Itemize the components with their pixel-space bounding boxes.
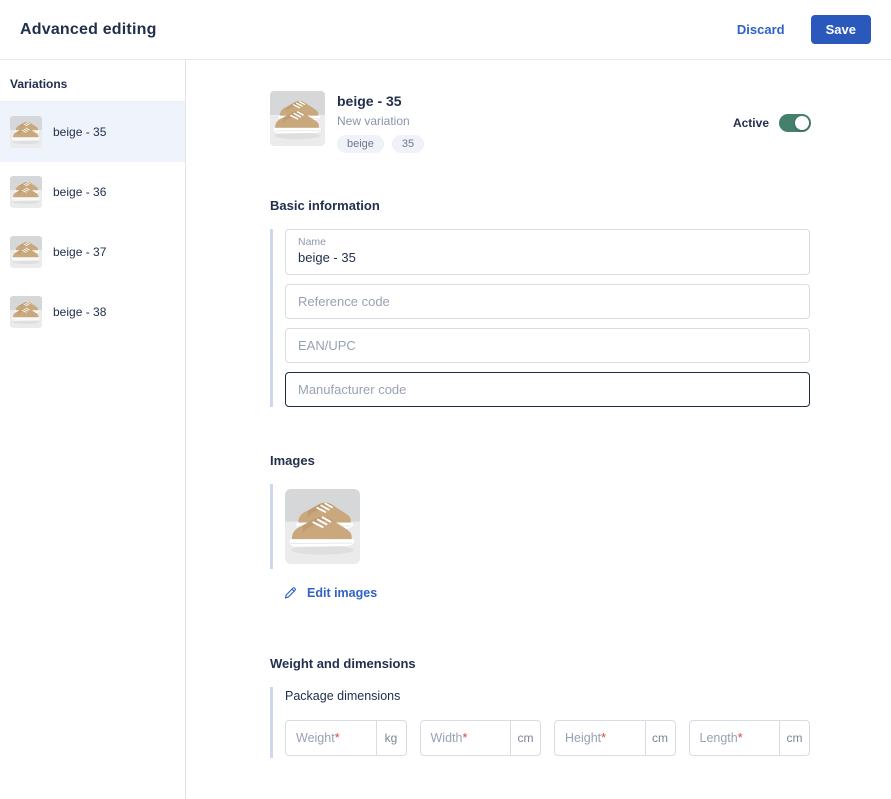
edit-images-button[interactable]: Edit images xyxy=(282,585,377,601)
discard-button[interactable]: Discard xyxy=(737,22,785,37)
weight-field: Weight* kg xyxy=(285,720,407,756)
dimension-fields-row: Weight* kg Width* cm Height* cm Length* … xyxy=(285,720,810,756)
weight-input[interactable] xyxy=(286,721,376,755)
active-control: Active xyxy=(733,114,811,132)
variation-item-beige-35[interactable]: beige - 35 xyxy=(0,102,185,162)
variation-item-beige-36[interactable]: beige - 36 xyxy=(0,162,185,222)
manufacturer-code-input[interactable] xyxy=(285,372,810,407)
variations-sidebar: Variations beige - 35 beige - 36 beige -… xyxy=(0,60,186,799)
variation-item-label: beige - 36 xyxy=(53,185,107,199)
weight-unit-label: kg xyxy=(375,721,406,755)
variation-item-label: beige - 38 xyxy=(53,305,107,319)
variation-editor-panel: beige - 35 New variation beige 35 Active… xyxy=(186,60,891,799)
variation-item-beige-38[interactable]: beige - 38 xyxy=(0,282,185,342)
images-block xyxy=(270,484,811,569)
width-input[interactable] xyxy=(420,721,510,755)
reference-code-input[interactable] xyxy=(285,284,810,319)
images-heading: Images xyxy=(270,453,315,468)
variation-thumbnail-image xyxy=(10,296,42,328)
tag-color: beige xyxy=(337,135,384,153)
product-name: beige - 35 xyxy=(337,93,402,109)
package-dimensions-label: Package dimensions xyxy=(285,689,401,703)
length-input[interactable] xyxy=(689,721,779,755)
length-field: Length* cm xyxy=(688,720,810,756)
name-field[interactable]: Name xyxy=(285,229,810,275)
active-label: Active xyxy=(732,116,769,130)
product-tags: beige 35 xyxy=(337,135,733,153)
edit-images-label: Edit images xyxy=(307,586,378,600)
advanced-editing-window: Advanced editing Discard Save Variations… xyxy=(0,0,891,799)
ean-upc-input[interactable] xyxy=(285,328,810,363)
active-toggle[interactable] xyxy=(779,114,811,132)
top-bar: Advanced editing Discard Save xyxy=(0,0,891,60)
name-input[interactable] xyxy=(298,250,797,265)
variation-item-label: beige - 35 xyxy=(53,125,107,139)
width-field: Width* cm xyxy=(419,720,541,756)
name-field-label: Name xyxy=(298,236,327,248)
page-title: Advanced editing xyxy=(20,20,157,38)
product-subtitle: New variation xyxy=(337,114,410,128)
width-unit-label: cm xyxy=(510,721,540,755)
variation-item-label: beige - 37 xyxy=(53,245,107,259)
dimensions-heading: Weight and dimensions xyxy=(270,656,416,671)
tag-size: 35 xyxy=(391,135,425,153)
variation-thumbnail-image xyxy=(10,116,42,148)
variation-item-beige-37[interactable]: beige - 37 xyxy=(0,222,185,282)
product-image xyxy=(285,489,360,564)
variation-thumbnail-image xyxy=(10,176,42,208)
sidebar-title: Variations xyxy=(0,60,185,102)
save-button[interactable]: Save xyxy=(810,15,871,44)
basic-information-heading: Basic information xyxy=(270,198,380,213)
variation-thumbnail-image xyxy=(10,236,42,268)
top-bar-actions: Discard Save xyxy=(737,15,871,44)
product-thumbnail-image xyxy=(270,91,325,146)
height-field: Height* cm xyxy=(554,720,676,756)
package-dimensions-block: Package dimensions Weight* kg Width* cm … xyxy=(270,687,811,758)
height-input[interactable] xyxy=(555,721,645,755)
length-unit-label: cm xyxy=(779,721,809,755)
product-header: beige - 35 New variation beige 35 Active xyxy=(270,91,811,153)
pencil-icon xyxy=(284,587,296,599)
basic-information-fieldset: Name xyxy=(270,229,810,407)
height-unit-label: cm xyxy=(644,721,675,755)
product-info: beige - 35 New variation beige 35 xyxy=(337,91,733,153)
variation-list: beige - 35 beige - 36 beige - 37 beige -… xyxy=(0,102,185,342)
